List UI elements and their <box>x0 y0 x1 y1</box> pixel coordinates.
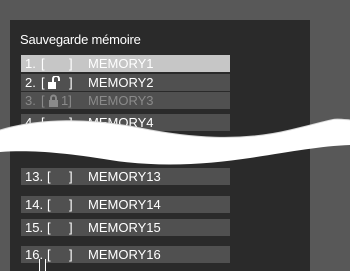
section-break-wave <box>0 118 350 165</box>
